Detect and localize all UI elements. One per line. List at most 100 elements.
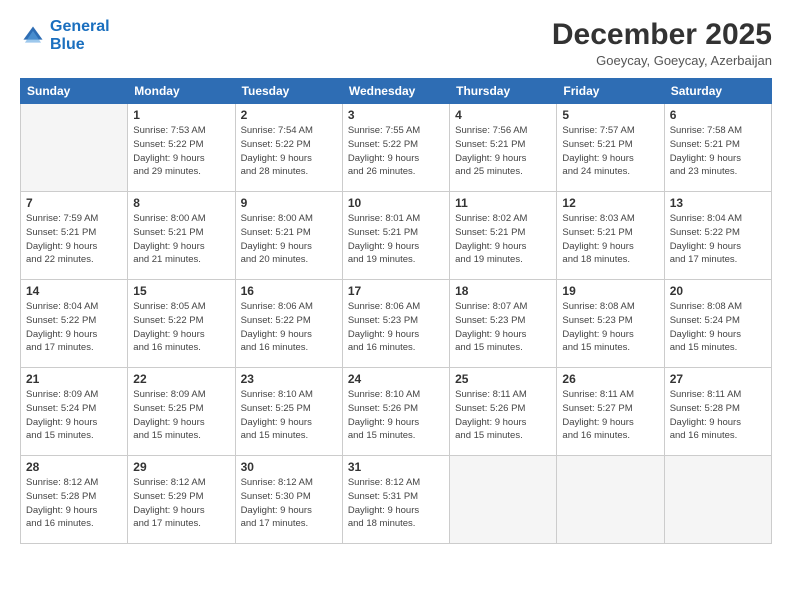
header-tuesday: Tuesday xyxy=(235,79,342,104)
day-number: 15 xyxy=(133,284,229,298)
calendar-cell: 17 Sunrise: 8:06 AM Sunset: 5:23 PM Dayli… xyxy=(342,280,449,368)
calendar-cell: 5 Sunrise: 7:57 AM Sunset: 5:21 PM Daylig… xyxy=(557,104,664,192)
title-block: December 2025 Goeycay, Goeycay, Azerbaij… xyxy=(552,18,772,68)
header-saturday: Saturday xyxy=(664,79,771,104)
day-detail: Sunrise: 8:12 AM Sunset: 5:30 PM Dayligh… xyxy=(241,476,337,531)
logo-text: General Blue xyxy=(50,18,110,53)
calendar-cell: 4 Sunrise: 7:56 AM Sunset: 5:21 PM Daylig… xyxy=(450,104,557,192)
day-detail: Sunrise: 8:08 AM Sunset: 5:23 PM Dayligh… xyxy=(562,300,658,355)
day-number: 27 xyxy=(670,372,766,386)
calendar-cell: 16Sunrise: 8:06 AM Sunset: 5:22 PM Dayli… xyxy=(235,280,342,368)
calendar-cell: 8Sunrise: 8:00 AM Sunset: 5:21 PM Daylig… xyxy=(128,192,235,280)
day-number: 13 xyxy=(670,196,766,210)
calendar-header-row: SundayMondayTuesdayWednesdayThursdayFrid… xyxy=(21,79,772,104)
day-detail: Sunrise: 8:04 AM Sunset: 5:22 PM Dayligh… xyxy=(670,212,766,267)
day-detail: Sunrise: 8:06 AM Sunset: 5:22 PM Dayligh… xyxy=(241,300,337,355)
calendar-week-5: 28 Sunrise: 8:12 AM Sunset: 5:28 PM Dayli… xyxy=(21,456,772,544)
subtitle: Goeycay, Goeycay, Azerbaijan xyxy=(552,53,772,68)
day-detail: Sunrise: 8:11 AM Sunset: 5:26 PM Dayligh… xyxy=(455,388,551,443)
day-number: 11 xyxy=(455,196,551,210)
calendar-cell: 28 Sunrise: 8:12 AM Sunset: 5:28 PM Dayli… xyxy=(21,456,128,544)
page: General Blue December 2025 Goeycay, Goey… xyxy=(0,0,792,612)
calendar-cell: 6Sunrise: 7:58 AM Sunset: 5:21 PM Daylig… xyxy=(664,104,771,192)
day-detail: Sunrise: 8:12 AM Sunset: 5:29 PM Dayligh… xyxy=(133,476,229,531)
header-monday: Monday xyxy=(128,79,235,104)
calendar-cell: 21Sunrise: 8:09 AM Sunset: 5:24 PM Dayli… xyxy=(21,368,128,456)
day-number: 21 xyxy=(26,372,122,386)
calendar-cell: 25 Sunrise: 8:11 AM Sunset: 5:26 PM Dayli… xyxy=(450,368,557,456)
calendar-cell: 9Sunrise: 8:00 AM Sunset: 5:21 PM Daylig… xyxy=(235,192,342,280)
header: General Blue December 2025 Goeycay, Goey… xyxy=(20,18,772,68)
day-detail: Sunrise: 7:55 AM Sunset: 5:22 PM Dayligh… xyxy=(348,124,444,179)
day-number: 14 xyxy=(26,284,122,298)
header-thursday: Thursday xyxy=(450,79,557,104)
calendar-cell xyxy=(450,456,557,544)
calendar-cell: 31 Sunrise: 8:12 AM Sunset: 5:31 PM Dayli… xyxy=(342,456,449,544)
calendar-cell: 11 Sunrise: 8:02 AM Sunset: 5:21 PM Dayli… xyxy=(450,192,557,280)
calendar-cell: 3 Sunrise: 7:55 AM Sunset: 5:22 PM Daylig… xyxy=(342,104,449,192)
calendar-cell: 15 Sunrise: 8:05 AM Sunset: 5:22 PM Dayli… xyxy=(128,280,235,368)
day-number: 2 xyxy=(241,108,337,122)
day-number: 3 xyxy=(348,108,444,122)
day-number: 31 xyxy=(348,460,444,474)
day-detail: Sunrise: 8:00 AM Sunset: 5:21 PM Dayligh… xyxy=(133,212,229,267)
calendar-cell: 20Sunrise: 8:08 AM Sunset: 5:24 PM Dayli… xyxy=(664,280,771,368)
day-detail: Sunrise: 8:12 AM Sunset: 5:31 PM Dayligh… xyxy=(348,476,444,531)
day-number: 9 xyxy=(241,196,337,210)
calendar-cell: 24 Sunrise: 8:10 AM Sunset: 5:26 PM Dayli… xyxy=(342,368,449,456)
calendar-cell: 14 Sunrise: 8:04 AM Sunset: 5:22 PM Dayli… xyxy=(21,280,128,368)
day-number: 5 xyxy=(562,108,658,122)
calendar-week-4: 21Sunrise: 8:09 AM Sunset: 5:24 PM Dayli… xyxy=(21,368,772,456)
day-detail: Sunrise: 8:10 AM Sunset: 5:26 PM Dayligh… xyxy=(348,388,444,443)
day-detail: Sunrise: 7:53 AM Sunset: 5:22 PM Dayligh… xyxy=(133,124,229,179)
logo: General Blue xyxy=(20,18,110,53)
day-detail: Sunrise: 8:11 AM Sunset: 5:27 PM Dayligh… xyxy=(562,388,658,443)
day-detail: Sunrise: 8:05 AM Sunset: 5:22 PM Dayligh… xyxy=(133,300,229,355)
calendar-cell xyxy=(664,456,771,544)
day-detail: Sunrise: 8:11 AM Sunset: 5:28 PM Dayligh… xyxy=(670,388,766,443)
header-friday: Friday xyxy=(557,79,664,104)
calendar-cell: 26Sunrise: 8:11 AM Sunset: 5:27 PM Dayli… xyxy=(557,368,664,456)
day-number: 28 xyxy=(26,460,122,474)
calendar-cell: 1 Sunrise: 7:53 AM Sunset: 5:22 PM Daylig… xyxy=(128,104,235,192)
calendar-cell: 2Sunrise: 7:54 AM Sunset: 5:22 PM Daylig… xyxy=(235,104,342,192)
header-wednesday: Wednesday xyxy=(342,79,449,104)
calendar-cell: 19Sunrise: 8:08 AM Sunset: 5:23 PM Dayli… xyxy=(557,280,664,368)
day-detail: Sunrise: 8:03 AM Sunset: 5:21 PM Dayligh… xyxy=(562,212,658,267)
day-number: 6 xyxy=(670,108,766,122)
day-number: 22 xyxy=(133,372,229,386)
day-number: 29 xyxy=(133,460,229,474)
day-number: 4 xyxy=(455,108,551,122)
day-detail: Sunrise: 7:57 AM Sunset: 5:21 PM Dayligh… xyxy=(562,124,658,179)
header-sunday: Sunday xyxy=(21,79,128,104)
day-number: 17 xyxy=(348,284,444,298)
calendar-cell: 27 Sunrise: 8:11 AM Sunset: 5:28 PM Dayli… xyxy=(664,368,771,456)
calendar-cell xyxy=(557,456,664,544)
calendar-cell: 13 Sunrise: 8:04 AM Sunset: 5:22 PM Dayli… xyxy=(664,192,771,280)
calendar-cell: 30 Sunrise: 8:12 AM Sunset: 5:30 PM Dayli… xyxy=(235,456,342,544)
month-title: December 2025 xyxy=(552,18,772,51)
day-number: 30 xyxy=(241,460,337,474)
calendar-cell xyxy=(21,104,128,192)
day-detail: Sunrise: 8:02 AM Sunset: 5:21 PM Dayligh… xyxy=(455,212,551,267)
calendar-cell: 7Sunrise: 7:59 AM Sunset: 5:21 PM Daylig… xyxy=(21,192,128,280)
day-detail: Sunrise: 8:06 AM Sunset: 5:23 PM Dayligh… xyxy=(348,300,444,355)
calendar-cell: 23Sunrise: 8:10 AM Sunset: 5:25 PM Dayli… xyxy=(235,368,342,456)
day-number: 10 xyxy=(348,196,444,210)
day-number: 25 xyxy=(455,372,551,386)
day-detail: Sunrise: 8:12 AM Sunset: 5:28 PM Dayligh… xyxy=(26,476,122,531)
day-detail: Sunrise: 7:56 AM Sunset: 5:21 PM Dayligh… xyxy=(455,124,551,179)
day-number: 23 xyxy=(241,372,337,386)
day-number: 1 xyxy=(133,108,229,122)
calendar-cell: 12Sunrise: 8:03 AM Sunset: 5:21 PM Dayli… xyxy=(557,192,664,280)
logo-icon xyxy=(22,25,44,47)
day-detail: Sunrise: 7:59 AM Sunset: 5:21 PM Dayligh… xyxy=(26,212,122,267)
calendar-table: SundayMondayTuesdayWednesdayThursdayFrid… xyxy=(20,78,772,544)
calendar-cell: 10Sunrise: 8:01 AM Sunset: 5:21 PM Dayli… xyxy=(342,192,449,280)
day-number: 18 xyxy=(455,284,551,298)
calendar-cell: 29 Sunrise: 8:12 AM Sunset: 5:29 PM Dayli… xyxy=(128,456,235,544)
calendar-cell: 22Sunrise: 8:09 AM Sunset: 5:25 PM Dayli… xyxy=(128,368,235,456)
day-detail: Sunrise: 8:07 AM Sunset: 5:23 PM Dayligh… xyxy=(455,300,551,355)
day-number: 24 xyxy=(348,372,444,386)
day-detail: Sunrise: 8:04 AM Sunset: 5:22 PM Dayligh… xyxy=(26,300,122,355)
